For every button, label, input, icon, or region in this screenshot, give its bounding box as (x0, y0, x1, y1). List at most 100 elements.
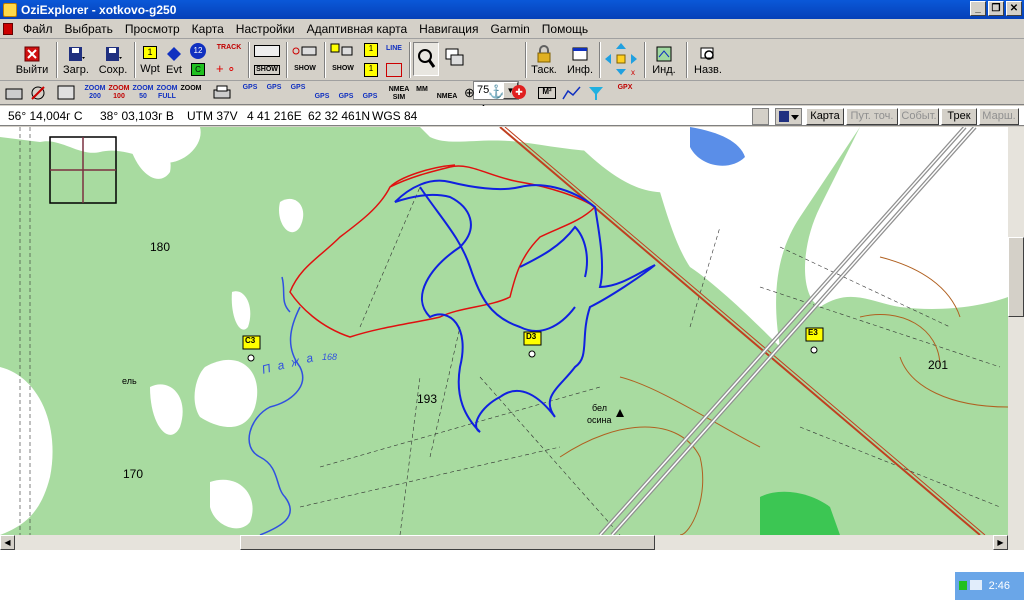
pan-arrows-icon[interactable]: x (603, 41, 639, 77)
window-title: OziExplorer - xotkovo-g250 (21, 2, 177, 17)
nmea-sim-button[interactable]: NMEA SIM (388, 86, 410, 102)
menu-garmin[interactable]: Garmin (484, 22, 535, 36)
menu-app-icon[interactable] (3, 22, 13, 35)
track-show-button[interactable]: SHOW (254, 65, 280, 75)
scroll-left-icon[interactable]: ◀ (0, 535, 15, 550)
map-image-toggle-icon[interactable] (752, 108, 769, 125)
scroll-right-icon[interactable]: ▶ (993, 535, 1008, 550)
line-label[interactable]: LINE (384, 45, 404, 53)
map-tool-icon[interactable] (4, 84, 24, 101)
magnifier-button[interactable] (413, 42, 439, 76)
mode-route-button[interactable]: Марш. (979, 108, 1019, 125)
waypoint-show-icon[interactable] (330, 43, 354, 57)
anchor-icon[interactable]: ⚓ (488, 84, 504, 100)
waypoint-d3-label[interactable]: D3 (526, 332, 536, 341)
track-label[interactable]: TRACK (214, 44, 244, 52)
menu-view[interactable]: Просмотр (119, 22, 186, 36)
map-windows-icon[interactable] (444, 47, 466, 69)
forest-label-spruce: ель (122, 376, 137, 386)
mode-events-button[interactable]: Событ. (899, 108, 939, 125)
menu-select[interactable]: Выбрать (59, 22, 119, 36)
mode-track-button[interactable]: Трек (941, 108, 977, 125)
minimize-button[interactable]: _ (970, 1, 986, 16)
waypoint-e3-label[interactable]: E3 (808, 328, 818, 337)
mode-map-button[interactable]: Карта (806, 108, 844, 125)
save-button[interactable]: Сохр. (97, 41, 129, 79)
event-button[interactable]: Evt (163, 41, 185, 79)
event-number-icon[interactable]: 12 (190, 43, 206, 59)
index-map-icon (656, 46, 672, 61)
topographic-map[interactable] (0, 127, 1008, 535)
nmea-button[interactable]: NMEA (436, 93, 458, 101)
menu-settings[interactable]: Настройки (230, 22, 301, 36)
green-c-icon[interactable]: C (191, 63, 205, 76)
zoom-100-button[interactable]: ZOOM 100 (108, 85, 130, 101)
vertical-scroll-thumb[interactable] (1008, 237, 1024, 317)
lifebuoy-icon[interactable]: ✚ (512, 85, 526, 99)
zoom-50-button[interactable]: ZOOM 50 (132, 85, 154, 101)
gps-send-track-button[interactable]: GPS (360, 93, 380, 101)
forest-label-birch: бел (592, 403, 608, 413)
forest-label-aspen: осина (587, 415, 612, 425)
area-button[interactable]: M² (538, 87, 556, 99)
horizontal-scroll-thumb[interactable] (240, 535, 655, 550)
load-button[interactable]: Загр. (60, 41, 92, 79)
name-search-icon (700, 47, 714, 60)
menu-bar: Файл Выбрать Просмотр Карта Настройки Ад… (0, 19, 1024, 39)
close-button[interactable]: ✕ (1006, 1, 1022, 16)
menu-navigation[interactable]: Навигация (413, 22, 484, 36)
gps-send-waypoints-button[interactable]: GPS (264, 84, 284, 92)
zoom-200-button[interactable]: ZOOM 200 (84, 85, 106, 101)
maximize-button[interactable]: ❐ (988, 1, 1004, 16)
elevation-label-201: 201 (928, 358, 949, 372)
waypoint-c3-label[interactable]: C3 (245, 336, 255, 345)
menu-help[interactable]: Помощь (536, 22, 594, 36)
name-search-button[interactable]: Назв. (690, 41, 726, 79)
menu-map[interactable]: Карта (186, 22, 230, 36)
info-button[interactable]: Инф. (564, 41, 596, 79)
add-track-point-icon[interactable]: + ∘ (216, 61, 235, 77)
tray-network-icon[interactable] (958, 578, 984, 592)
gpx-button[interactable]: GPX (614, 84, 636, 92)
lock-icon (537, 44, 551, 62)
route-show-icon[interactable] (292, 45, 318, 57)
waypoint-show-button[interactable]: SHOW (330, 65, 356, 73)
map-image-icon[interactable] (56, 84, 76, 101)
menu-adaptive-map[interactable]: Адаптивная карта (301, 22, 414, 36)
water-level-label-168: 168 (322, 352, 338, 362)
filter-icon[interactable] (588, 85, 604, 101)
map-canvas[interactable]: C3 D3 E3 180 193 170 201 168 П а ж а ель… (0, 127, 1008, 535)
mode-waypoints-button[interactable]: Пут. точ. (846, 108, 898, 125)
waypoint-flag-icon: 1 (143, 45, 157, 59)
moving-map-button[interactable]: MM (412, 86, 432, 94)
zoom-full-button[interactable]: ZOOM FULL (156, 85, 178, 101)
waypoint-button[interactable]: 1 Wpt (138, 41, 162, 79)
track-show-icon[interactable] (254, 45, 280, 57)
index-button[interactable]: Инд. (648, 41, 680, 79)
waypoint-list-icon[interactable]: 1 (364, 43, 378, 57)
gps-get-track-button[interactable]: GPS (336, 93, 356, 101)
profile-chart-icon[interactable] (562, 85, 582, 101)
crosshair-icon[interactable]: ⊕ (464, 85, 475, 101)
waypoint-move-icon[interactable]: 1 (364, 63, 378, 77)
exit-button[interactable]: Выйти (12, 41, 52, 79)
vertical-scrollbar[interactable] (1008, 127, 1024, 535)
print-icon[interactable] (212, 84, 232, 101)
calibrate-icon[interactable] (28, 84, 48, 101)
menu-file[interactable]: Файл (17, 22, 59, 36)
route-show-button[interactable]: SHOW (292, 65, 318, 73)
save-arrow-icon[interactable] (775, 108, 802, 125)
info-window-icon (572, 47, 588, 60)
elevation-label-170: 170 (123, 467, 144, 481)
datum-readout: WGS 84 (372, 109, 418, 123)
task-button[interactable]: Таск. (528, 41, 560, 79)
measure-icon[interactable] (386, 63, 402, 77)
floppy-save-icon (106, 46, 122, 61)
clock: 2:46 (988, 580, 1010, 592)
magnifier-icon (418, 49, 436, 68)
horizontal-scrollbar[interactable]: ◀ ▶ (0, 535, 1024, 550)
gps-get-waypoints-button[interactable]: GPS (240, 84, 260, 92)
zoom-box-button[interactable]: ZOOM (180, 85, 202, 93)
gps-send-routes-button[interactable]: GPS (312, 93, 332, 101)
gps-get-routes-button[interactable]: GPS (288, 84, 308, 92)
